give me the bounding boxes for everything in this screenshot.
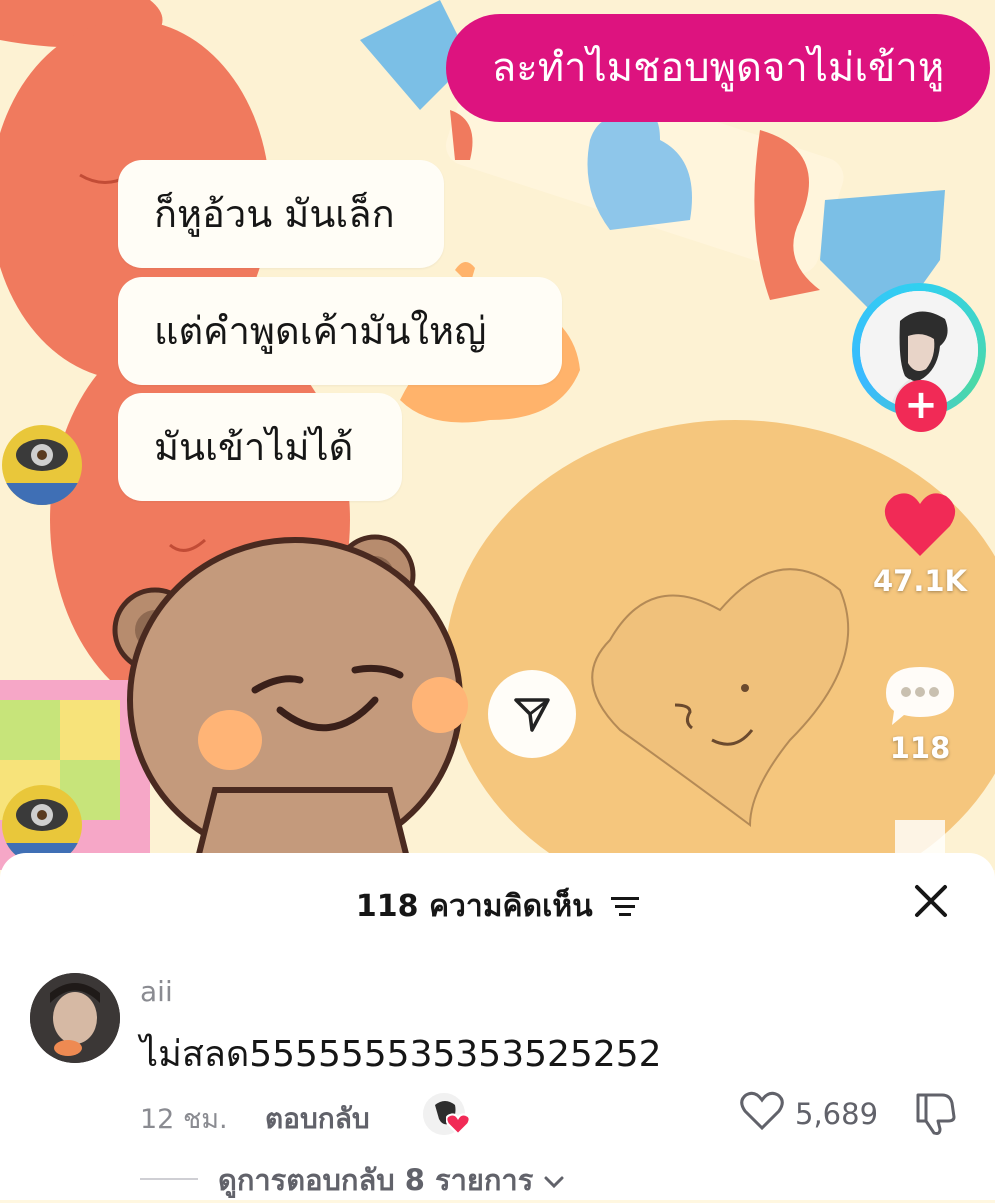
video-caption-line-1: ก็หูอ้วน มันเล็ก [118,160,444,268]
filter-button[interactable] [611,890,640,925]
chevron-down-icon [544,1176,564,1189]
view-replies-divider [140,1178,198,1180]
close-icon [915,885,947,917]
comment-like-count: 5,689 [795,1097,879,1131]
send-button[interactable] [488,670,576,758]
filter-icon [611,897,640,916]
comments-title: 118 ความคิดเห็น [355,889,593,924]
view-replies-label: ดูการตอบกลับ 8 รายการ [218,1163,534,1197]
comments-header: 118 ความคิดเห็น [0,883,995,930]
reply-button[interactable]: ตอบกลับ [265,1097,370,1141]
comment-time: 12 ชม. [140,1104,228,1135]
like-action[interactable]: 47.1K [870,490,970,598]
chat-avatar-minion [2,425,82,505]
follow-button[interactable]: + [895,380,947,432]
video-caption-pink: ละทำไมชอบพูดจาไม่เข้าหู [446,14,990,122]
comment-username[interactable]: aii [140,975,173,1008]
close-button[interactable] [907,877,955,925]
video-player[interactable]: ละทำไมชอบพูดจาไม่เข้าหู ก็หูอ้วน มันเล็ก… [0,0,995,870]
comment-text: ไม่สลด555555535353525252 [140,1034,662,1075]
like-count: 47.1K [872,564,968,598]
share-icon [514,698,550,732]
video-caption-line-2: แต่คำพูดเค้ามันใหญ่ [118,277,562,385]
video-caption-line-3: มันเข้าไม่ได้ [118,393,402,501]
dislike-icon[interactable] [912,1091,958,1135]
comment-action[interactable]: 118 [870,665,970,765]
comment-icon [886,667,954,725]
like-icon[interactable] [740,1091,784,1131]
view-replies-button[interactable]: ดูการตอบกลับ 8 รายการ [218,1157,565,1203]
comments-sheet: 118 ความคิดเห็น aii ไม่สลด55555553535352… [0,853,995,1200]
comment-count: 118 [889,731,951,765]
commenter-avatar[interactable] [30,973,120,1063]
creator-liked-heart-icon [446,1113,470,1135]
heart-icon [884,493,956,556]
